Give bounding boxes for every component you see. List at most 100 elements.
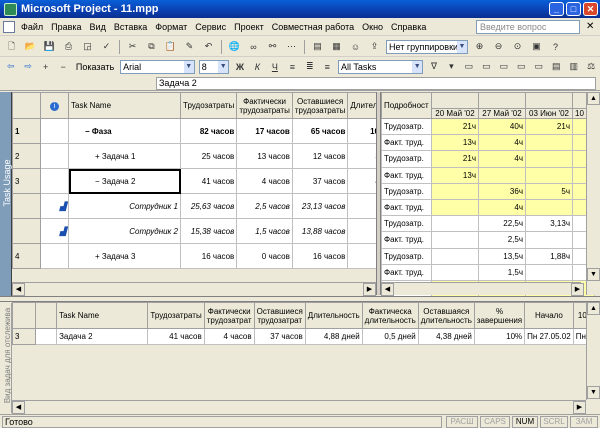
task-name-cell-selected[interactable]: − Задача 2	[68, 168, 181, 194]
task-name-cell[interactable]: + Задача 3	[68, 243, 181, 269]
open-icon[interactable]: 📂	[24, 40, 37, 53]
timescale-value-cell[interactable]: 13ч	[431, 134, 479, 152]
notes-icon[interactable]: ▦	[330, 40, 343, 53]
timescale-value-cell[interactable]: 13,5ч	[478, 247, 526, 265]
column-header-actual-duration[interactable]: Фактическа длительность	[361, 302, 419, 329]
task-name-cell[interactable]: − Фаза	[68, 118, 181, 144]
column-header-remaining-work[interactable]: Оставшиеся трудозатрат	[253, 302, 306, 329]
column-header-actual-work[interactable]: Фактически трудозатраты	[236, 92, 293, 119]
task-name-cell[interactable]: + Задача 1	[68, 143, 181, 169]
assignment-name-cell[interactable]: Сотрудник 1	[68, 193, 181, 219]
assign-resources-icon[interactable]: ☺	[349, 40, 362, 53]
row-id[interactable]: 1	[12, 118, 41, 144]
timescale-value-cell[interactable]	[525, 166, 573, 184]
timescale-value-cell[interactable]	[431, 263, 479, 281]
timescale-value-cell[interactable]: 5ч	[525, 182, 573, 200]
table-row[interactable]: 4 + Задача 3 16 часов 0 часов 16 часов 2…	[12, 243, 406, 269]
remaining-work-cell[interactable]: 23,13 часов	[291, 193, 349, 219]
timescale-value-cell[interactable]: 36ч	[478, 182, 526, 200]
paste-icon[interactable]: 📋	[164, 40, 177, 53]
actual-duration-cell[interactable]: 0,5 дней	[361, 328, 419, 345]
tracking-icon-5[interactable]: ▭	[533, 60, 544, 73]
table-row[interactable]: 3 − Задача 2 41 часов 4 часов 37 часов 4…	[12, 168, 406, 194]
detail-label-cell[interactable]: Трудозатр.	[381, 215, 432, 233]
row-id[interactable]: 4	[12, 243, 41, 269]
percent-complete-cell[interactable]: 10%	[473, 328, 526, 345]
column-header-id[interactable]	[12, 302, 36, 329]
timescale-value-cell[interactable]: 4ч	[478, 150, 526, 168]
timescale-value-cell[interactable]: 13ч	[431, 166, 479, 184]
zoom-out-icon[interactable]: ⊖	[492, 40, 505, 53]
timescale-value-cell[interactable]: 1,88ч	[525, 247, 573, 265]
timescale-value-cell[interactable]	[525, 150, 573, 168]
timescale-value-cell[interactable]: 21ч	[525, 117, 573, 136]
view-bar[interactable]: Task Usage	[0, 92, 12, 300]
resource-chart-icon[interactable]: ▟	[60, 202, 66, 211]
undo-icon[interactable]: ↶	[202, 40, 215, 53]
preview-icon[interactable]: ◲	[81, 40, 94, 53]
tracking-icon-3[interactable]: ▭	[498, 60, 509, 73]
row-id[interactable]	[12, 193, 41, 219]
minimize-button[interactable]: _	[549, 2, 564, 16]
menu-file[interactable]: Файл	[17, 22, 47, 32]
task-info-icon[interactable]: ▤	[311, 40, 324, 53]
scroll-right-icon[interactable]: ▶	[573, 401, 586, 414]
timescale-value-cell[interactable]: 40ч	[478, 117, 526, 136]
spelling-icon[interactable]: ✓	[100, 40, 113, 53]
timescale-value-cell[interactable]	[431, 198, 479, 217]
align-center-icon[interactable]: ≣	[304, 60, 315, 73]
scroll-up-icon[interactable]: ▲	[587, 302, 600, 315]
upper-vertical-scrollbar[interactable]: ▲ ▼	[586, 92, 600, 295]
column-header-actual-work[interactable]: Фактически трудозатрат	[203, 302, 255, 329]
show-dropdown[interactable]: Показать	[76, 62, 114, 72]
tracking-icon-1[interactable]: ▭	[463, 60, 474, 73]
scroll-down-icon[interactable]: ▼	[587, 268, 600, 281]
row-id[interactable]: 2	[12, 143, 41, 169]
tracking-icon-4[interactable]: ▭	[516, 60, 527, 73]
underline-button[interactable]: Ч	[269, 60, 280, 73]
detail-label-cell[interactable]: Факт. труд.	[381, 198, 432, 217]
work-cell[interactable]: 41 часов	[179, 168, 238, 194]
scroll-left-icon[interactable]: ◀	[381, 283, 394, 296]
row-id[interactable]: 3	[12, 328, 36, 345]
timescale-horizontal-scrollbar[interactable]: ◀ ▶	[381, 282, 584, 296]
publish-icon[interactable]: ⇪	[368, 40, 381, 53]
save-icon[interactable]: 💾	[43, 40, 56, 53]
copy-icon[interactable]: ⧉	[145, 40, 158, 53]
details-header[interactable]: Подробност	[381, 92, 432, 119]
zoom-in-icon[interactable]: ⊕	[473, 40, 486, 53]
cut-icon[interactable]: ✂	[126, 40, 139, 53]
lower-horizontal-scrollbar[interactable]: ◀ ▶	[12, 400, 586, 414]
format-painter-icon[interactable]: ✎	[183, 40, 196, 53]
timescale-value-cell[interactable]	[431, 182, 479, 200]
dropdown-icon[interactable]: ▾	[446, 60, 457, 73]
duration-cell[interactable]: 4,88 дней	[304, 328, 363, 345]
actual-work-cell[interactable]: 13 часов	[236, 143, 293, 169]
remaining-work-cell[interactable]: 37 часов	[253, 328, 306, 345]
remaining-work-cell[interactable]: 37 часов	[291, 168, 349, 194]
timescale-value-cell[interactable]: 2,5ч	[478, 231, 526, 249]
timescale-value-cell[interactable]	[525, 198, 573, 217]
column-header-work[interactable]: Трудозатраты	[179, 92, 238, 119]
row-id[interactable]: 3	[12, 168, 41, 194]
remaining-work-cell[interactable]: 13,88 часов	[291, 218, 349, 244]
work-cell[interactable]: 25 часов	[179, 143, 238, 169]
timescale-value-cell[interactable]: 4ч	[478, 198, 526, 217]
resource-chart-icon[interactable]: ▟	[60, 227, 66, 236]
table-row[interactable]: 1 − Фаза 82 часов 17 часов 65 часов 10,2…	[12, 118, 406, 144]
timescale-value-cell[interactable]: 3,13ч	[525, 215, 573, 233]
column-header-remaining-work[interactable]: Оставшиеся трудозатраты	[291, 92, 349, 119]
work-cell[interactable]: 25,63 часов	[179, 193, 238, 219]
detail-label-cell[interactable]: Факт. труд.	[381, 134, 432, 152]
lower-vertical-scrollbar[interactable]: ▲ ▼	[586, 302, 600, 400]
remaining-work-cell[interactable]: 16 часов	[291, 243, 349, 269]
task-name-cell[interactable]: Задача 2	[56, 328, 149, 345]
hyperlink-icon[interactable]: 🌐	[228, 40, 241, 53]
timescale-value-cell[interactable]	[525, 231, 573, 249]
column-header-task-name[interactable]: Task Name	[56, 302, 149, 329]
column-header-percent-complete[interactable]: % завершения	[473, 302, 526, 329]
timescale-value-cell[interactable]	[431, 231, 479, 249]
tracking-icon-7[interactable]: ▥	[568, 60, 579, 73]
tracking-icon-2[interactable]: ▭	[481, 60, 492, 73]
actual-work-cell[interactable]: 0 часов	[236, 243, 293, 269]
